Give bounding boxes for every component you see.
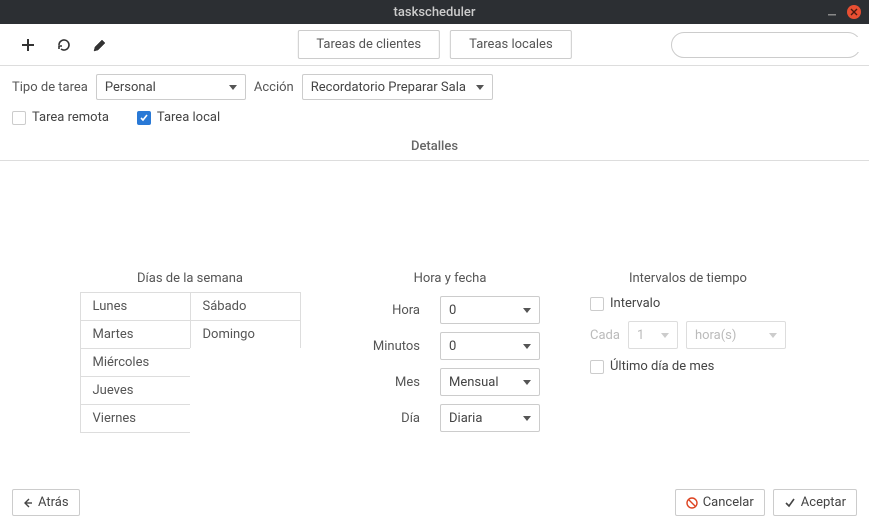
datetime-panel: Hora y fecha Hora 0 Minutos 0 Mes Mensua… xyxy=(360,271,540,440)
interval-unit-value: hora(s) xyxy=(695,328,736,343)
day-label: Día xyxy=(360,411,420,426)
each-label: Cada xyxy=(590,328,620,343)
task-type-label: Tipo de tarea xyxy=(12,80,88,95)
back-button[interactable]: Atrás xyxy=(12,489,80,516)
minute-label: Minutos xyxy=(360,339,420,354)
edit-button[interactable] xyxy=(90,35,110,55)
refresh-button[interactable] xyxy=(54,35,74,55)
last-day-label: Último día de mes xyxy=(610,359,714,374)
intervals-header: Intervalos de tiempo xyxy=(590,271,786,296)
remote-task-checkbox[interactable]: Tarea remota xyxy=(12,110,109,125)
interval-unit-dropdown[interactable]: hora(s) xyxy=(686,321,786,349)
weekdays-header: Días de la semana xyxy=(80,271,300,292)
day-domingo[interactable]: Domingo xyxy=(190,320,301,349)
day-dropdown[interactable]: Diaria xyxy=(440,404,540,432)
month-value: Mensual xyxy=(449,375,499,390)
day-viernes[interactable]: Viernes xyxy=(80,404,191,433)
last-day-checkbox[interactable]: Último día de mes xyxy=(590,359,714,374)
cancel-icon xyxy=(686,497,698,509)
interval-checkbox[interactable]: Intervalo xyxy=(590,296,660,311)
window-titlebar: taskscheduler xyxy=(0,0,869,24)
checkbox-icon xyxy=(590,360,604,374)
checkbox-icon xyxy=(590,297,604,311)
cancel-button[interactable]: Cancelar xyxy=(675,489,765,516)
action-dropdown[interactable]: Recordatorio Preparar Sala xyxy=(302,74,493,100)
interval-count-dropdown[interactable]: 1 xyxy=(628,321,678,349)
hour-value: 0 xyxy=(449,303,456,318)
interval-count-value: 1 xyxy=(637,328,644,343)
close-icon[interactable] xyxy=(847,5,861,19)
tab-local-tasks[interactable]: Tareas locales xyxy=(450,30,572,59)
chevron-down-icon xyxy=(769,333,777,338)
minute-value: 0 xyxy=(449,339,456,354)
month-label: Mes xyxy=(360,375,420,390)
add-button[interactable] xyxy=(18,35,38,55)
chevron-down-icon xyxy=(523,416,531,421)
cancel-label: Cancelar xyxy=(703,495,754,510)
chevron-down-icon xyxy=(523,380,531,385)
month-dropdown[interactable]: Mensual xyxy=(440,368,540,396)
back-label: Atrás xyxy=(38,495,69,510)
chevron-down-icon xyxy=(661,333,669,338)
datetime-header: Hora y fecha xyxy=(360,271,540,296)
chevron-down-icon xyxy=(523,308,531,313)
local-task-label: Tarea local xyxy=(157,110,220,125)
toolbar: Tareas de clientes Tareas locales xyxy=(0,24,869,66)
arrow-left-icon xyxy=(23,498,33,508)
hour-dropdown[interactable]: 0 xyxy=(440,296,540,324)
check-icon xyxy=(784,497,796,509)
checkbox-icon xyxy=(12,111,26,125)
day-jueves[interactable]: Jueves xyxy=(80,376,191,405)
details-header: Detalles xyxy=(0,133,869,161)
checkbox-checked-icon xyxy=(137,111,151,125)
day-lunes[interactable]: Lunes xyxy=(80,292,191,321)
tab-client-tasks[interactable]: Tareas de clientes xyxy=(297,30,440,59)
chevron-down-icon xyxy=(476,85,484,90)
accept-button[interactable]: Aceptar xyxy=(773,489,857,516)
day-empty xyxy=(190,348,301,377)
day-empty xyxy=(190,404,301,433)
day-miércoles[interactable]: Miércoles xyxy=(80,348,191,377)
task-type-value: Personal xyxy=(105,80,156,95)
day-value: Diaria xyxy=(449,411,482,426)
weekdays-panel: Días de la semana LunesSábadoMartesDomin… xyxy=(80,271,300,432)
action-label: Acción xyxy=(254,80,294,95)
search-field[interactable] xyxy=(671,32,861,58)
hour-label: Hora xyxy=(360,303,420,318)
window-title: taskscheduler xyxy=(0,5,869,20)
chevron-down-icon xyxy=(523,344,531,349)
remote-task-label: Tarea remota xyxy=(32,110,109,125)
day-empty xyxy=(190,376,301,405)
task-type-dropdown[interactable]: Personal xyxy=(96,74,246,100)
intervals-panel: Intervalos de tiempo Intervalo Cada 1 ho… xyxy=(590,271,786,384)
day-sábado[interactable]: Sábado xyxy=(190,292,301,321)
action-value: Recordatorio Preparar Sala xyxy=(311,80,466,95)
minute-dropdown[interactable]: 0 xyxy=(440,332,540,360)
search-input[interactable] xyxy=(686,37,862,52)
interval-label: Intervalo xyxy=(610,296,660,311)
accept-label: Aceptar xyxy=(801,495,846,510)
local-task-checkbox[interactable]: Tarea local xyxy=(137,110,220,125)
minimize-icon[interactable] xyxy=(825,5,839,19)
day-martes[interactable]: Martes xyxy=(80,320,191,349)
chevron-down-icon xyxy=(229,85,237,90)
